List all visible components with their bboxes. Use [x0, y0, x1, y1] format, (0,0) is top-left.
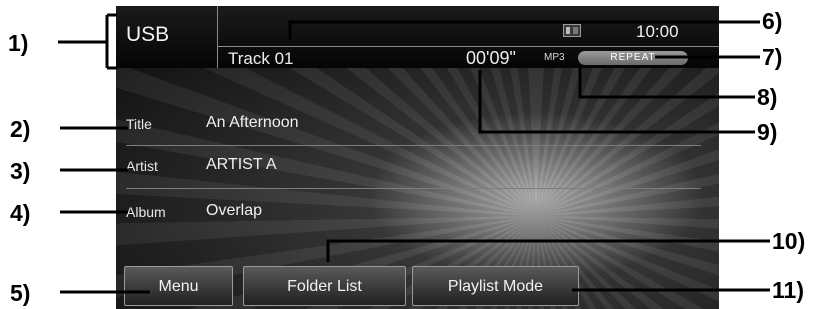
callout-7: 7) — [762, 44, 783, 70]
callout-3: 3) — [10, 158, 31, 184]
callout-9: 9) — [757, 119, 778, 145]
callout-10: 10) — [772, 228, 806, 254]
callout-4: 4) — [10, 200, 31, 226]
callout-6: 6) — [762, 8, 783, 34]
callout-8: 8) — [757, 84, 778, 110]
callout-5: 5) — [10, 280, 31, 306]
callout-leaders — [58, 13, 770, 294]
callout-1: 1) — [8, 30, 29, 56]
callout-11: 11) — [772, 277, 804, 303]
callout-2: 2) — [10, 116, 31, 142]
